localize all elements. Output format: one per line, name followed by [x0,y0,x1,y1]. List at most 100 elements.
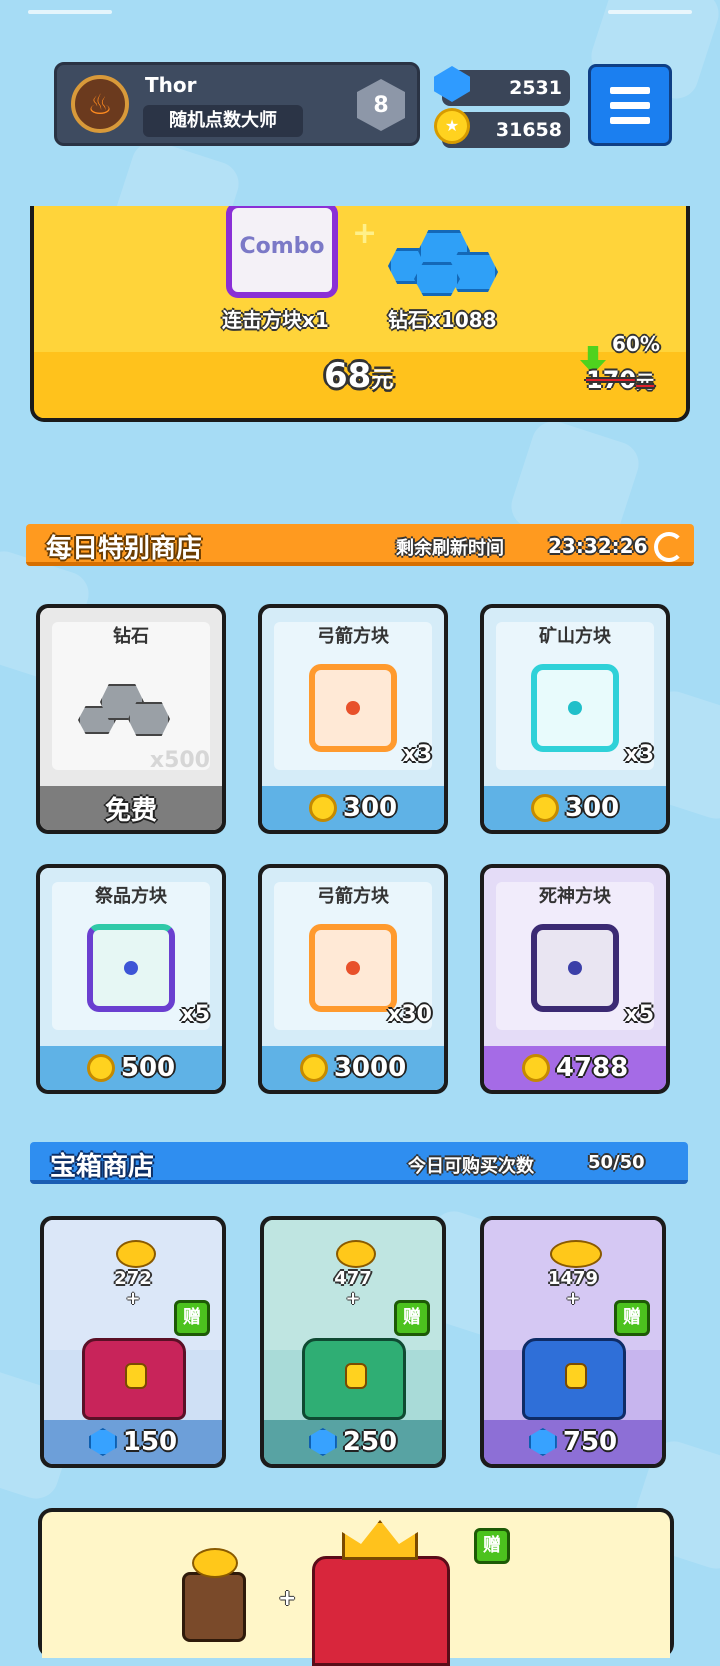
shop-item-price: 500 [120,1053,176,1083]
blue-chest-icon [522,1338,626,1420]
shop-item-reaper-dice[interactable]: 死神方块 x5 4788 [480,864,670,1094]
price-button[interactable]: 300 [484,786,666,830]
promo-bundle-banner[interactable]: Combo + 连击方块x1 钻石x1088 68元 60% 170元 [30,206,690,422]
bow-dice-icon [309,924,397,1012]
shop-item-name: 死神方块 [539,886,611,907]
coin-pile-icon [336,1240,376,1268]
coin-icon [521,1054,550,1082]
diamond-pile-icon [384,222,498,296]
chest-coin-amount: 272 [114,1268,152,1289]
refresh-icon[interactable] [654,532,684,562]
coin-icon: ★ [434,108,470,144]
menu-button[interactable] [588,64,672,146]
refresh-label: 剩余刷新时间 [396,538,504,559]
flame-avatar-icon: ♨ [71,75,129,133]
rank-number: 8 [373,92,389,118]
crown-icon [342,1520,418,1560]
shop-item-bow-dice-bulk[interactable]: 弓箭方块 x30 3000 [258,864,448,1094]
shop-item-price: 300 [342,793,398,823]
daily-shop-title: 每日特别商店 [46,534,203,564]
banner-price: 68元 [324,356,393,396]
shop-item-name: 弓箭方块 [317,886,389,907]
coin-pile-icon [550,1240,602,1268]
banner-item2-label: 钻石x1088 [388,308,497,332]
banner-price-value: 68 [324,356,372,396]
chest-card-premium[interactable]: 1479 + 赠 750 [480,1216,666,1468]
shop-item-price: 300 [564,793,620,823]
bundle-offer-card[interactable]: + 赠 [38,1508,674,1666]
shop-item-price: 3000 [333,1053,407,1083]
gift-badge: 赠 [474,1528,510,1564]
shop-item-name: 钻石 [113,626,149,647]
shop-item-sacrifice-dice[interactable]: 祭品方块 x5 500 [36,864,226,1094]
shop-item-qty: x500 [149,748,210,773]
player-name: Thor [145,73,197,97]
chest-coin-amount: 1479 [547,1268,599,1289]
chest-price-button[interactable]: 250 [264,1420,442,1464]
mine-dice-icon [531,664,619,752]
banner-item1-label: 连击方块x1 [222,308,329,332]
chest-coin-amount: 477 [334,1268,372,1289]
chest-price: 150 [122,1427,178,1457]
sacrifice-dice-icon [87,924,175,1012]
refresh-timer: 23:32:26 [548,534,648,558]
purchase-limit-label: 今日可购买次数 [408,1156,534,1177]
price-button[interactable]: 500 [40,1046,222,1090]
shop-item-name: 矿山方块 [539,626,611,647]
gift-badge: 赠 [394,1300,430,1336]
royal-chest-icon [312,1556,450,1666]
chest-card-basic[interactable]: 272 + 赠 150 [40,1216,226,1468]
diamond-rocks-icon [78,680,170,740]
combo-dice-card-icon: Combo [226,206,338,298]
shop-item-qty: x5 [624,1002,655,1027]
hamburger-icon [610,86,650,94]
shop-item-bow-dice[interactable]: 弓箭方块 x3 300 [258,604,448,834]
plus-icon: + [352,216,378,251]
shop-item-qty: x3 [624,742,655,767]
reaper-dice-icon [531,924,619,1012]
price-button[interactable]: 4788 [484,1046,666,1090]
bundle-plus: + [278,1586,297,1611]
discount-label: 60% [612,332,660,356]
rank-badge-icon: 8 [357,79,405,131]
coin-pile-icon [116,1240,156,1268]
green-chest-icon [302,1338,406,1420]
chest-price-button[interactable]: 750 [484,1420,662,1464]
gem-icon [88,1428,117,1456]
wooden-chest-icon [182,1572,246,1642]
gift-badge: 赠 [614,1300,650,1336]
purchase-limit-value: 50/50 [588,1152,645,1173]
coin-counter: ★ 31658 [434,108,570,148]
shop-item-name: 弓箭方块 [317,626,389,647]
price-button[interactable]: 3000 [262,1046,444,1090]
red-chest-icon [82,1338,186,1420]
coin-icon [308,794,337,822]
shop-item-qty: x3 [402,742,433,767]
player-profile-panel[interactable]: ♨ Thor 随机点数大师 8 [54,62,420,146]
original-price: 170元 [586,366,655,394]
price-free-button[interactable]: 免费 [40,786,222,830]
gift-badge: 赠 [174,1300,210,1336]
coin-icon [299,1054,328,1082]
shop-item-qty: x5 [180,1002,211,1027]
coin-icon [530,794,559,822]
chest-shop-title: 宝箱商店 [50,1152,155,1182]
gem-icon [528,1428,557,1456]
daily-shop-header: 每日特别商店 剩余刷新时间 23:32:26 [26,524,694,566]
shop-item-name: 祭品方块 [95,886,167,907]
chest-price: 750 [562,1427,618,1457]
shop-item-price: 4788 [555,1053,629,1083]
chest-price-button[interactable]: 150 [44,1420,222,1464]
gem-amount: 2531 [509,77,562,99]
chest-shop-header: 宝箱商店 今日可购买次数 50/50 [30,1142,688,1184]
coin-amount: 31658 [495,119,562,141]
shop-item-diamond[interactable]: 钻石 x500 免费 [36,604,226,834]
gem-icon [308,1428,337,1456]
player-title: 随机点数大师 [143,105,303,137]
coin-icon [86,1054,115,1082]
chest-card-mid[interactable]: 477 + 赠 250 [260,1216,446,1468]
shop-item-qty: x30 [387,1002,432,1027]
price-button[interactable]: 300 [262,786,444,830]
bow-dice-icon [309,664,397,752]
shop-item-mine-dice[interactable]: 矿山方块 x3 300 [480,604,670,834]
